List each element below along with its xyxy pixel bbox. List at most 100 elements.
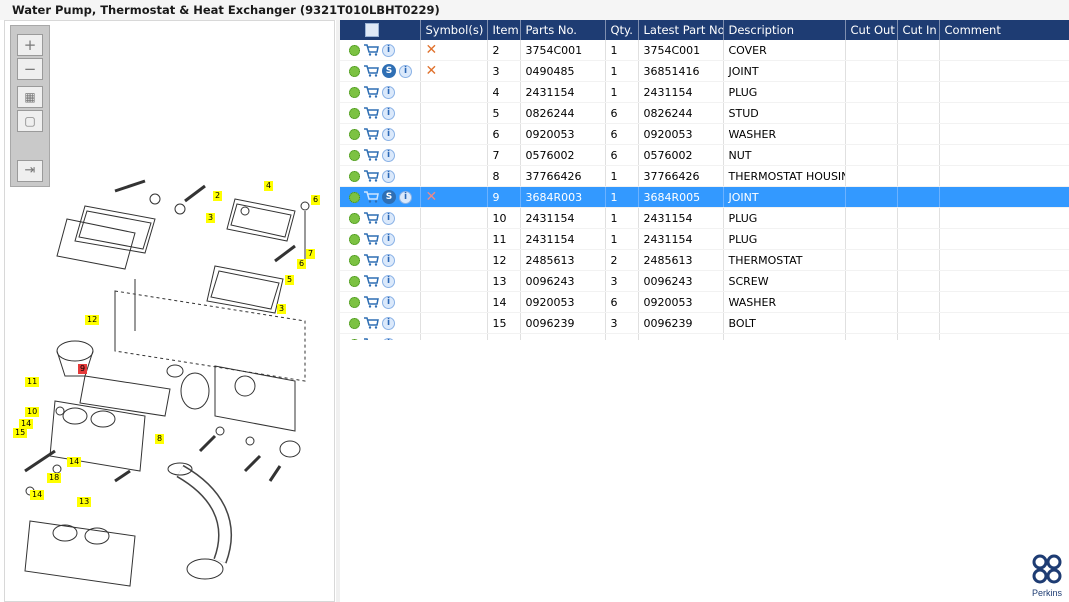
configure-icon[interactable] [349, 296, 360, 308]
configure-icon[interactable] [349, 149, 360, 161]
info-icon[interactable]: i [382, 43, 395, 57]
latest-part-no-cell[interactable]: 0576002 [638, 144, 724, 166]
callout-label[interactable]: 6 [297, 259, 307, 269]
column-header-description[interactable]: Description [723, 20, 846, 40]
configure-icon[interactable] [349, 254, 360, 266]
parts-no-cell[interactable]: 2431154 [520, 207, 606, 229]
table-row[interactable]: i 7 0576002 6 0576002 NUT [340, 144, 1069, 166]
cart-icon[interactable] [363, 317, 379, 329]
callout-label[interactable]: 4 [264, 181, 274, 191]
configure-icon[interactable] [349, 275, 360, 287]
info-icon[interactable]: i [399, 64, 412, 78]
info-icon[interactable]: i [382, 169, 395, 183]
parts-no-cell[interactable]: 0920053 [520, 291, 606, 313]
table-row[interactable]: i 15 0096239 3 0096239 BOLT [340, 312, 1069, 334]
cart-icon[interactable] [363, 65, 379, 77]
latest-part-no-cell[interactable]: 3684R005 [638, 186, 724, 208]
configure-icon[interactable] [349, 65, 360, 77]
configure-icon[interactable] [349, 107, 360, 119]
info-icon[interactable]: i [399, 190, 412, 204]
column-header-item[interactable]: Item [487, 20, 521, 40]
table-row[interactable]: i 13 0096243 3 0096243 SCREW [340, 270, 1069, 292]
parts-no-cell[interactable]: 2485613 [520, 249, 606, 271]
parts-no-cell[interactable]: 0096239 [520, 312, 606, 334]
cart-icon[interactable] [363, 233, 379, 245]
latest-part-no-cell[interactable]: 0096239 [638, 312, 724, 334]
callout-label[interactable]: 13 [77, 497, 92, 507]
callout-label[interactable]: 2 [213, 191, 223, 201]
callout-label[interactable]: 10 [25, 407, 40, 417]
column-header-qty[interactable]: Qty. [605, 20, 639, 40]
configure-icon[interactable] [349, 338, 360, 340]
cart-icon[interactable] [363, 212, 379, 224]
configure-icon[interactable] [349, 86, 360, 98]
callout-label[interactable]: 3 [206, 213, 216, 223]
info-icon[interactable]: i [382, 148, 395, 162]
configure-icon[interactable] [349, 128, 360, 140]
latest-part-no-cell[interactable]: 2485613 [638, 249, 724, 271]
cart-icon[interactable] [363, 170, 379, 182]
configure-icon[interactable] [349, 212, 360, 224]
latest-part-no-cell[interactable]: 2431154 [638, 81, 724, 103]
table-row[interactable]: i 6 0920053 6 0920053 WASHER [340, 123, 1069, 145]
table-row[interactable]: i18243113112431131PLUG [340, 333, 1069, 340]
latest-part-no-cell[interactable]: 36851416 [638, 60, 724, 82]
table-row[interactable]: i 10 2431154 1 2431154 PLUG [340, 207, 1069, 229]
callout-label[interactable]: 15 [13, 428, 28, 438]
latest-part-no-cell[interactable]: 2431131 [638, 333, 724, 340]
info-icon[interactable]: i [382, 85, 395, 99]
table-row[interactable]: Si ✕ 3 0490485 1 36851416 JOINT [340, 60, 1069, 82]
configure-icon[interactable] [349, 170, 360, 182]
parts-no-cell[interactable]: 2431154 [520, 81, 606, 103]
supersession-icon[interactable]: S [382, 64, 396, 78]
configure-icon[interactable] [349, 44, 360, 56]
callout-label[interactable]: 7 [306, 249, 316, 259]
diagram-panel[interactable]: + − ▦ ▢ ⇥ 4 2 3 6 7 5 6 3 12 11 10 8 14 … [4, 20, 335, 602]
latest-part-no-cell[interactable]: 0096243 [638, 270, 724, 292]
callout-label[interactable]: 14 [30, 490, 45, 500]
column-header-comment[interactable]: Comment [939, 20, 1069, 40]
cart-icon[interactable] [363, 44, 379, 56]
parts-no-cell[interactable]: 0920053 [520, 123, 606, 145]
parts-no-cell[interactable]: 2431131 [520, 333, 606, 340]
latest-part-no-cell[interactable]: 37766426 [638, 165, 724, 187]
info-icon[interactable]: i [382, 253, 395, 267]
configure-icon[interactable] [349, 317, 360, 329]
configure-icon[interactable] [349, 233, 360, 245]
callout-label[interactable]: 14 [67, 457, 82, 467]
info-icon[interactable]: i [382, 211, 395, 225]
callout-label[interactable]: 3 [277, 304, 287, 314]
info-icon[interactable]: i [382, 106, 395, 120]
table-row[interactable]: i ✕ 2 3754C001 1 3754C001 COVER [340, 40, 1069, 61]
parts-no-cell[interactable]: 0096243 [520, 270, 606, 292]
parts-no-cell[interactable]: 0826244 [520, 102, 606, 124]
cart-icon[interactable] [363, 128, 379, 140]
cart-icon[interactable] [363, 107, 379, 119]
table-row[interactable]: Si ✕ 9 3684R003 1 3684R005 JOINT [340, 186, 1069, 208]
column-header-cut-out[interactable]: Cut Out [845, 20, 898, 40]
info-icon[interactable]: i [382, 274, 395, 288]
column-header-cut-in[interactable]: Cut In [897, 20, 940, 40]
configure-icon[interactable] [349, 191, 360, 203]
parts-no-cell[interactable]: 0490485 [520, 60, 606, 82]
cart-icon[interactable] [363, 296, 379, 308]
latest-part-no-cell[interactable]: 2431154 [638, 228, 724, 250]
cart-icon[interactable] [363, 275, 379, 287]
supersession-icon[interactable]: S [382, 190, 396, 204]
parts-no-cell[interactable]: 3754C001 [520, 40, 606, 61]
column-header-symbols[interactable]: Symbol(s) [420, 20, 488, 40]
callout-label-selected[interactable]: 9 [78, 364, 88, 374]
cart-icon[interactable] [363, 191, 379, 203]
table-row[interactable]: i 12 2485613 2 2485613 THERMOSTAT [340, 249, 1069, 271]
latest-part-no-cell[interactable]: 2431154 [638, 207, 724, 229]
table-row[interactable]: i 11 2431154 1 2431154 PLUG [340, 228, 1069, 250]
callout-label[interactable]: 8 [155, 434, 165, 444]
table-row[interactable]: i 4 2431154 1 2431154 PLUG [340, 81, 1069, 103]
callout-label[interactable]: 5 [285, 275, 295, 285]
cart-icon[interactable] [363, 86, 379, 98]
table-row[interactable]: i 5 0826244 6 0826244 STUD [340, 102, 1069, 124]
latest-part-no-cell[interactable]: 0920053 [638, 123, 724, 145]
parts-no-cell[interactable]: 0576002 [520, 144, 606, 166]
info-icon[interactable]: i [382, 127, 395, 141]
latest-part-no-cell[interactable]: 0920053 [638, 291, 724, 313]
